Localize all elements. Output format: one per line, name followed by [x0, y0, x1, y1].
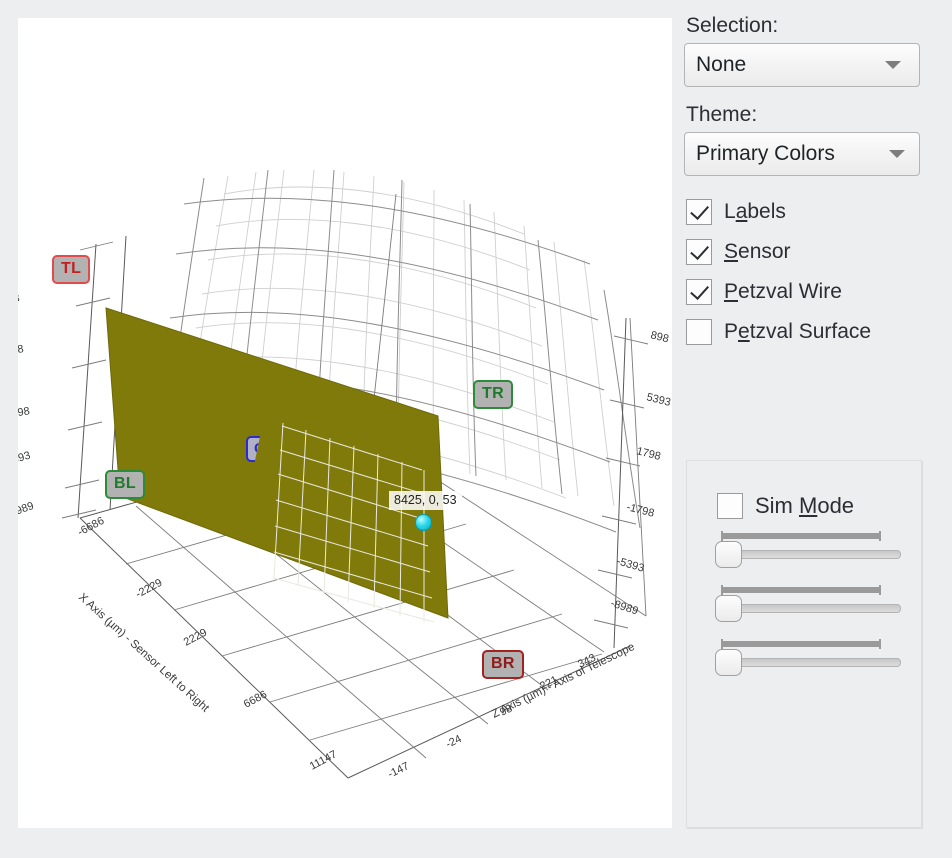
y-axis-ticks-left-b: -5393 -8989 — [18, 450, 35, 521]
checkmark-icon[interactable] — [686, 199, 712, 225]
chevron-down-icon — [889, 150, 905, 158]
checkbox-petzval-wire[interactable]: Petzval Wire — [686, 272, 934, 312]
plot-3d-panel[interactable]: 3 98 1798 -5393 -8989 — [18, 18, 672, 828]
checkmark-icon[interactable] — [686, 239, 712, 265]
sim-slider-3[interactable] — [715, 639, 901, 685]
svg-text:5393: 5393 — [645, 391, 672, 409]
checkbox-petzval-surface-text: Petzval Surface — [724, 320, 871, 344]
theme-dropdown[interactable]: Primary Colors — [684, 132, 920, 176]
plot-3d-canvas[interactable]: 3 98 1798 -5393 -8989 — [18, 18, 672, 828]
sim-mode-panel: Sim Mode — [686, 460, 922, 828]
slider-groove[interactable] — [731, 658, 901, 667]
checkbox-empty-icon[interactable] — [717, 493, 743, 519]
sensor-plane — [106, 308, 448, 618]
corner-label-tr[interactable]: TR — [473, 380, 513, 409]
svg-text:898: 898 — [649, 329, 670, 345]
x-axis-title: X Axis (µm) - Sensor Left to Right — [76, 591, 212, 715]
theme-label: Theme: — [686, 103, 934, 126]
datapoint-marker[interactable] — [415, 514, 432, 531]
svg-text:-8989: -8989 — [18, 500, 35, 521]
svg-text:2229: 2229 — [182, 627, 209, 649]
svg-text:-5393: -5393 — [615, 555, 645, 574]
corner-label-tl[interactable]: TL — [52, 255, 90, 284]
corner-label-br[interactable]: BR — [482, 650, 524, 679]
svg-text:1798: 1798 — [635, 445, 662, 463]
checkbox-empty-icon[interactable] — [686, 319, 712, 345]
slider-groove[interactable] — [731, 604, 901, 613]
application-window: 3 98 1798 -5393 -8989 — [0, 0, 952, 858]
selection-label: Selection: — [686, 14, 934, 37]
svg-text:-24: -24 — [444, 733, 464, 751]
checkmark-icon[interactable] — [686, 279, 712, 305]
sim-slider-1[interactable] — [715, 531, 901, 577]
svg-text:3: 3 — [18, 292, 21, 305]
y-axis-ticks-right: 898 5393 1798 -1798 -5393 -8989 — [609, 329, 672, 617]
checkbox-petzval-wire-text: Petzval Wire — [724, 280, 842, 304]
checkbox-sim-mode-text: Sim Mode — [755, 493, 854, 519]
theme-value: Primary Colors — [696, 142, 835, 166]
y-axis-ticks-left: 3 98 1798 — [18, 292, 31, 421]
selection-dropdown[interactable]: None — [684, 43, 920, 87]
corner-label-bl[interactable]: BL — [105, 470, 145, 499]
svg-text:-5393: -5393 — [18, 450, 32, 469]
controls-panel: Selection: None Theme: Primary Colors La… — [684, 14, 934, 840]
svg-text:6686: 6686 — [242, 689, 269, 711]
selection-value: None — [696, 53, 746, 77]
sim-slider-2[interactable] — [715, 585, 901, 631]
slider-groove[interactable] — [731, 550, 901, 559]
svg-text:-147: -147 — [386, 760, 411, 780]
checkbox-petzval-surface[interactable]: Petzval Surface — [686, 312, 934, 352]
slider-handle[interactable] — [715, 541, 742, 568]
checkbox-labels-text: Labels — [724, 200, 786, 224]
checkbox-sensor[interactable]: Sensor — [686, 232, 934, 272]
slider-tickbar-icon — [721, 641, 881, 647]
checkbox-sim-mode[interactable]: Sim Mode — [717, 489, 921, 523]
svg-text:1798: 1798 — [18, 405, 31, 421]
datapoint-tooltip: 8425, 0, 53 — [389, 491, 462, 510]
svg-text:-8989: -8989 — [609, 597, 639, 617]
slider-tickbar-icon — [721, 533, 881, 539]
slider-handle[interactable] — [715, 649, 742, 676]
checkbox-labels[interactable]: Labels — [686, 192, 934, 232]
svg-text:11147: 11147 — [308, 748, 339, 772]
svg-text:98: 98 — [18, 343, 25, 357]
chevron-down-icon — [885, 61, 901, 69]
slider-tickbar-icon — [721, 587, 881, 593]
checkbox-sensor-text: Sensor — [724, 240, 791, 264]
svg-text:-2229: -2229 — [134, 577, 164, 601]
slider-handle[interactable] — [715, 595, 742, 622]
